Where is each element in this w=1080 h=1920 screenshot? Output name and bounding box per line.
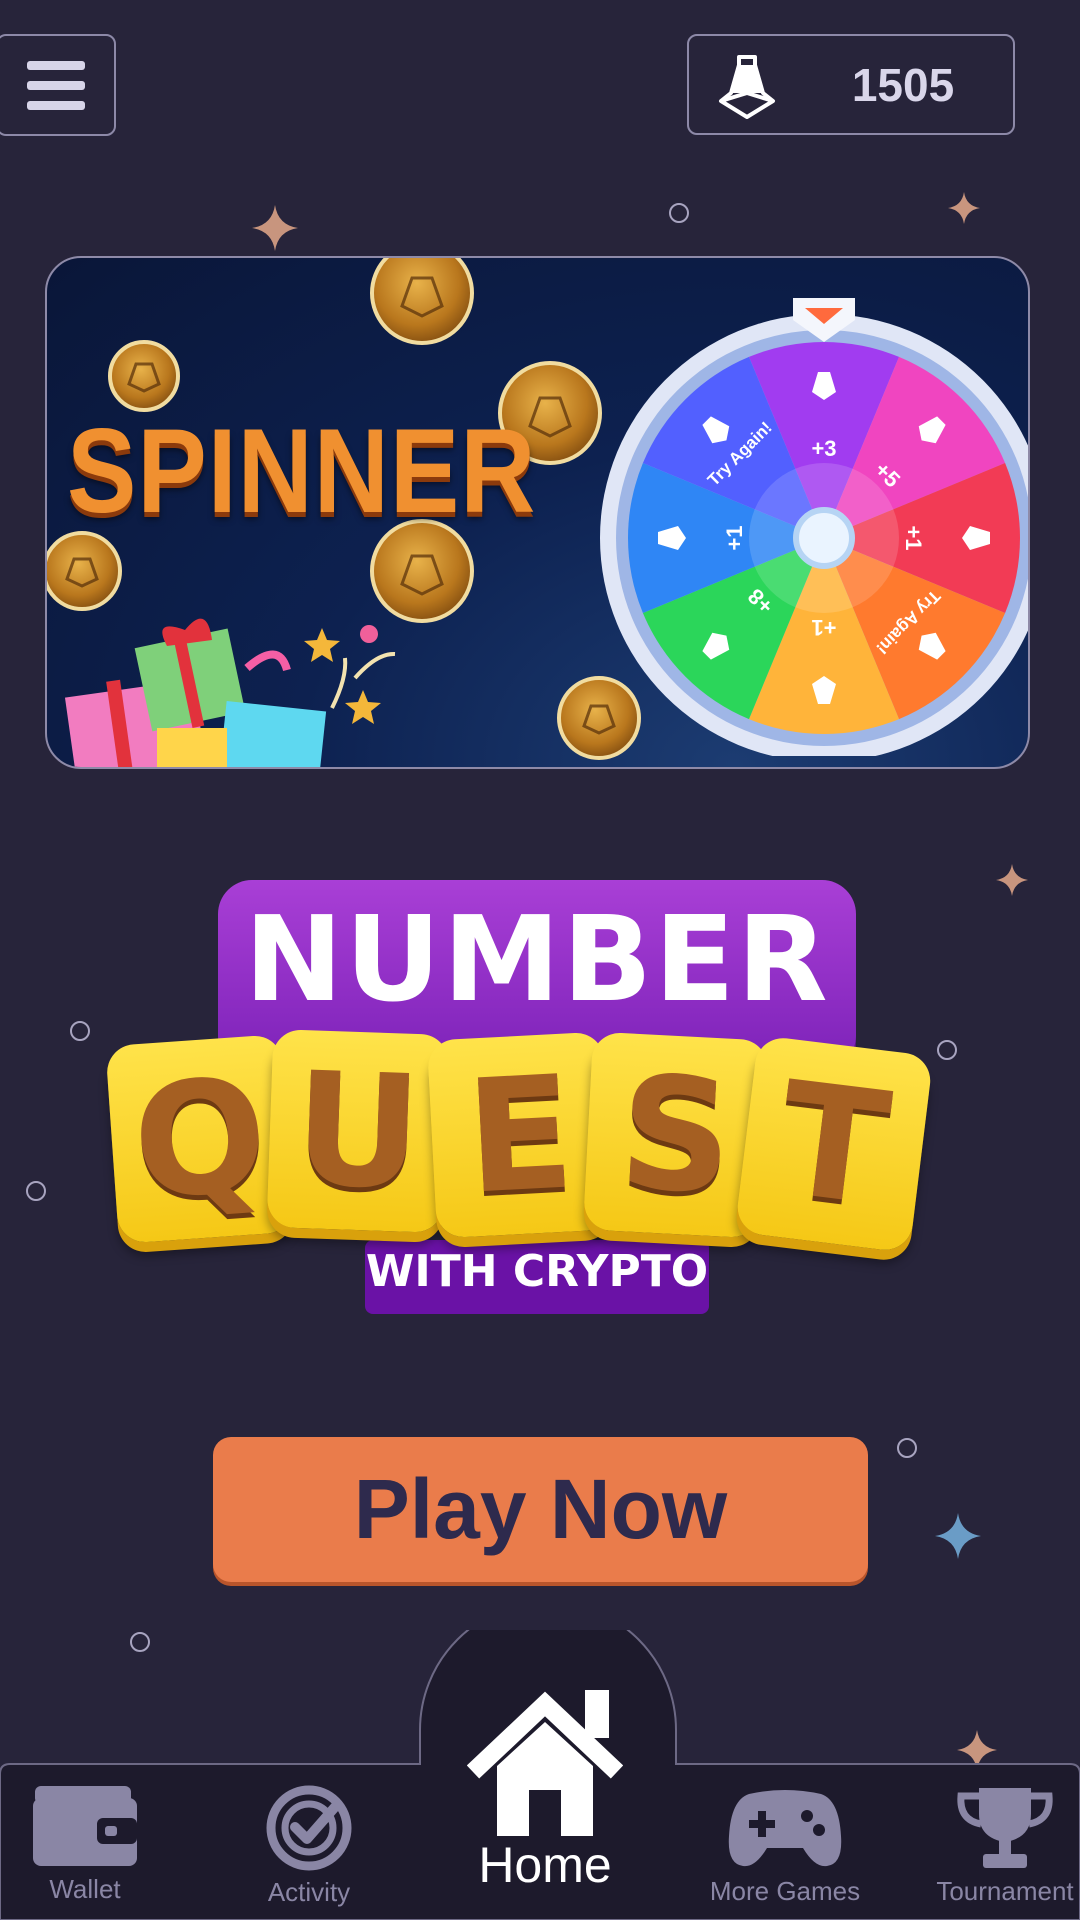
logo-subtitle: WITH CRYPTO [365, 1246, 709, 1297]
logo-number-plate [218, 880, 856, 1070]
logo-tile-q: Q [105, 1034, 295, 1244]
decor-ring [897, 1438, 917, 1458]
home-icon [467, 1690, 623, 1836]
avax-token-icon [719, 54, 775, 119]
nav-label-tournament: Tournament [936, 1876, 1074, 1906]
logo-subtitle-plate [365, 1240, 709, 1314]
logo-tile-e: E [426, 1031, 614, 1239]
sparkle-icon [948, 192, 980, 224]
wheel-segment-label: +1 [811, 615, 836, 640]
nav-label-activity: Activity [267, 1877, 351, 1907]
sparkle-icon [252, 205, 298, 251]
wallet-icon [33, 1786, 137, 1866]
spinner-title: SPINNER [67, 405, 537, 539]
sparkle-icon [996, 864, 1028, 896]
nav-label-wallet: Wallet [49, 1874, 121, 1904]
logo-tile-u: U [266, 1028, 450, 1234]
token-balance[interactable]: 1505 [687, 34, 1015, 135]
nav-wallet[interactable]: Wallet [20, 1782, 150, 1905]
spinner-banner[interactable]: SPINNER +3 +5 +1 Try Again! +1 +8 +1 Try Again! [45, 256, 1030, 769]
nav-more-games[interactable]: More Games [710, 1786, 860, 1907]
logo-number-text: NUMBER [244, 890, 830, 1028]
balance-value: 1505 [851, 58, 955, 111]
menu-button[interactable] [0, 34, 116, 136]
wheel-segment-label: +1 [722, 525, 747, 550]
gamepad-icon [728, 1790, 842, 1867]
activity-check-icon [266, 1785, 352, 1871]
nav-tournament[interactable]: Tournament [935, 1784, 1075, 1907]
logo-tile-t: T [734, 1035, 934, 1253]
nav-label-more-games: More Games [709, 1876, 861, 1906]
wheel-segment-label: +1 [901, 525, 926, 550]
sparkle-icon [935, 1513, 981, 1559]
decor-ring [26, 1181, 46, 1201]
logo-tile-s: S [582, 1031, 770, 1239]
play-now-button[interactable]: Play Now [213, 1437, 868, 1582]
decor-ring [669, 203, 689, 223]
hamburger-menu-icon [27, 60, 85, 70]
nav-activity[interactable]: Activity [244, 1785, 374, 1908]
nav-home[interactable]: Home [450, 1686, 640, 1894]
nav-label-home: Home [478, 1837, 612, 1893]
wheel-segment-label: +3 [811, 436, 836, 461]
decor-ring [70, 1021, 90, 1041]
decor-ring [937, 1040, 957, 1060]
trophy-icon [957, 1788, 1053, 1868]
prize-wheel[interactable]: +3+5+1Try Again!+1+8+1Try Again! [598, 276, 1030, 756]
